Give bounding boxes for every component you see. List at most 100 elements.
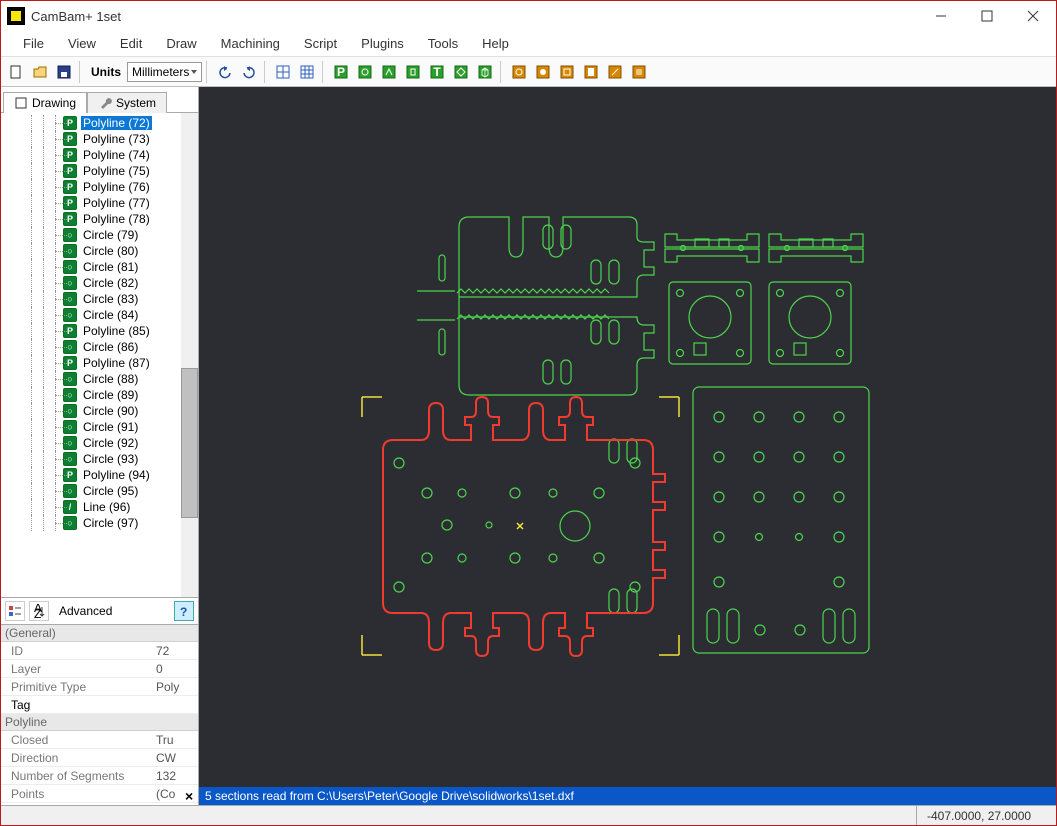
tree-scrollbar[interactable]	[181, 113, 198, 597]
menu-draw[interactable]: Draw	[154, 36, 208, 51]
prop-advanced-button[interactable]: Advanced	[53, 601, 118, 621]
units-dropdown[interactable]: Millimeters	[127, 62, 202, 82]
tree-item[interactable]: PPolyline (87)	[1, 355, 198, 371]
prop-row[interactable]: ID72	[1, 642, 198, 660]
tree-item[interactable]: PPolyline (75)	[1, 163, 198, 179]
menu-edit[interactable]: Edit	[108, 36, 154, 51]
tool-file-button[interactable]	[580, 61, 602, 83]
mop-text-button[interactable]: T	[426, 61, 448, 83]
undo-button[interactable]	[214, 61, 236, 83]
tree-item[interactable]: ○Circle (92)	[1, 435, 198, 451]
tree-item[interactable]: ○Circle (81)	[1, 259, 198, 275]
prop-row[interactable]: ClosedTru	[1, 731, 198, 749]
tree-item[interactable]: PPolyline (73)	[1, 131, 198, 147]
prop-value[interactable]: 0	[156, 662, 198, 676]
property-grid[interactable]: (General)ID72Layer0Primitive TypePolyTag…	[1, 625, 198, 805]
object-tree[interactable]: PPolyline (72)PPolyline (73)PPolyline (7…	[1, 113, 198, 597]
tree-item[interactable]: ○Circle (89)	[1, 387, 198, 403]
prop-row[interactable]: Points(Co	[1, 785, 198, 803]
tool-nc-button[interactable]	[604, 61, 626, 83]
prop-categorized-button[interactable]	[5, 601, 25, 621]
status-close-icon[interactable]: ×	[185, 788, 193, 804]
tree-item[interactable]: ○Circle (95)	[1, 483, 198, 499]
tree-item[interactable]: ○Circle (91)	[1, 419, 198, 435]
grid-minor-button[interactable]	[296, 61, 318, 83]
maximize-button[interactable]	[964, 1, 1010, 31]
tab-drawing[interactable]: Drawing	[3, 92, 87, 113]
new-button[interactable]	[5, 61, 27, 83]
tree-scroll-thumb[interactable]	[181, 368, 198, 518]
mop-profile-button[interactable]: P	[330, 61, 352, 83]
side-tabs: Drawing System	[1, 87, 198, 113]
tree-item[interactable]: ○Circle (82)	[1, 275, 198, 291]
tree-item-label: Line (96)	[81, 500, 132, 514]
menu-file[interactable]: File	[11, 36, 56, 51]
status-message: × 5 sections read from C:\Users\Peter\Go…	[199, 787, 1056, 805]
mop-3d-button[interactable]	[450, 61, 472, 83]
tree-item[interactable]: ○Circle (79)	[1, 227, 198, 243]
tree-item[interactable]: PPolyline (72)	[1, 115, 198, 131]
tree-item[interactable]: PPolyline (76)	[1, 179, 198, 195]
tree-item[interactable]: PPolyline (85)	[1, 323, 198, 339]
prop-value[interactable]: 72	[156, 644, 198, 658]
tree-item[interactable]: ○Circle (80)	[1, 243, 198, 259]
prop-key: Layer	[1, 662, 156, 676]
tab-system[interactable]: System	[87, 92, 167, 113]
open-button[interactable]	[29, 61, 51, 83]
mop-cube-button[interactable]	[474, 61, 496, 83]
tree-item[interactable]: ○Circle (83)	[1, 291, 198, 307]
tree-item[interactable]: PPolyline (94)	[1, 467, 198, 483]
tree-item-label: Polyline (74)	[81, 148, 152, 162]
tree-item[interactable]: PPolyline (77)	[1, 195, 198, 211]
tool-circle-button[interactable]	[532, 61, 554, 83]
grid-major-button[interactable]	[272, 61, 294, 83]
prop-group-header[interactable]: (General)	[1, 625, 198, 642]
tree-item[interactable]: PPolyline (74)	[1, 147, 198, 163]
tree-item[interactable]: ○Circle (84)	[1, 307, 198, 323]
close-button[interactable]	[1010, 1, 1056, 31]
menu-machining[interactable]: Machining	[209, 36, 292, 51]
prop-row[interactable]: Layer0	[1, 660, 198, 678]
menu-help[interactable]: Help	[470, 36, 521, 51]
tree-item[interactable]: ○Circle (90)	[1, 403, 198, 419]
prop-value[interactable]: Tru	[156, 733, 198, 747]
menu-script[interactable]: Script	[292, 36, 349, 51]
prop-value[interactable]: CW	[156, 751, 198, 765]
tree-item-label: Circle (81)	[81, 260, 140, 274]
menu-plugins[interactable]: Plugins	[349, 36, 416, 51]
tool-spiral-button[interactable]	[508, 61, 530, 83]
menu-tools[interactable]: Tools	[416, 36, 470, 51]
toolbar: Units Millimeters P T	[1, 57, 1056, 87]
save-button[interactable]	[53, 61, 75, 83]
cad-drawing	[199, 87, 1056, 787]
redo-button[interactable]	[238, 61, 260, 83]
tree-item-label: Circle (80)	[81, 244, 140, 258]
tree-item[interactable]: PPolyline (78)	[1, 211, 198, 227]
prop-row[interactable]: Number of Segments132	[1, 767, 198, 785]
tree-item[interactable]: ○Circle (97)	[1, 515, 198, 531]
prop-group-header[interactable]: Polyline	[1, 714, 198, 731]
mop-pocket-button[interactable]	[354, 61, 376, 83]
prop-value[interactable]: 132	[156, 769, 198, 783]
prop-alpha-button[interactable]: AZ	[29, 601, 49, 621]
mop-engrave-button[interactable]	[378, 61, 400, 83]
tree-item[interactable]: ○Circle (88)	[1, 371, 198, 387]
tree-item-label: Polyline (75)	[81, 164, 152, 178]
prop-help-button[interactable]: ?	[174, 601, 194, 621]
minimize-button[interactable]	[918, 1, 964, 31]
tree-item[interactable]: ○Circle (86)	[1, 339, 198, 355]
tree-item[interactable]: ○Circle (93)	[1, 451, 198, 467]
units-label: Units	[87, 65, 125, 79]
tool-square-button[interactable]	[556, 61, 578, 83]
prop-row[interactable]: Primitive TypePoly	[1, 678, 198, 696]
prop-key: ID	[1, 644, 156, 658]
prop-row[interactable]: Tag	[1, 696, 198, 714]
prop-value[interactable]: Poly	[156, 680, 198, 694]
tool-list-button[interactable]	[628, 61, 650, 83]
drawing-canvas[interactable]	[199, 87, 1056, 787]
tree-item[interactable]: /Line (96)	[1, 499, 198, 515]
prop-row[interactable]: DirectionCW	[1, 749, 198, 767]
wrench-icon	[98, 96, 112, 110]
menu-view[interactable]: View	[56, 36, 108, 51]
mop-drill-button[interactable]	[402, 61, 424, 83]
